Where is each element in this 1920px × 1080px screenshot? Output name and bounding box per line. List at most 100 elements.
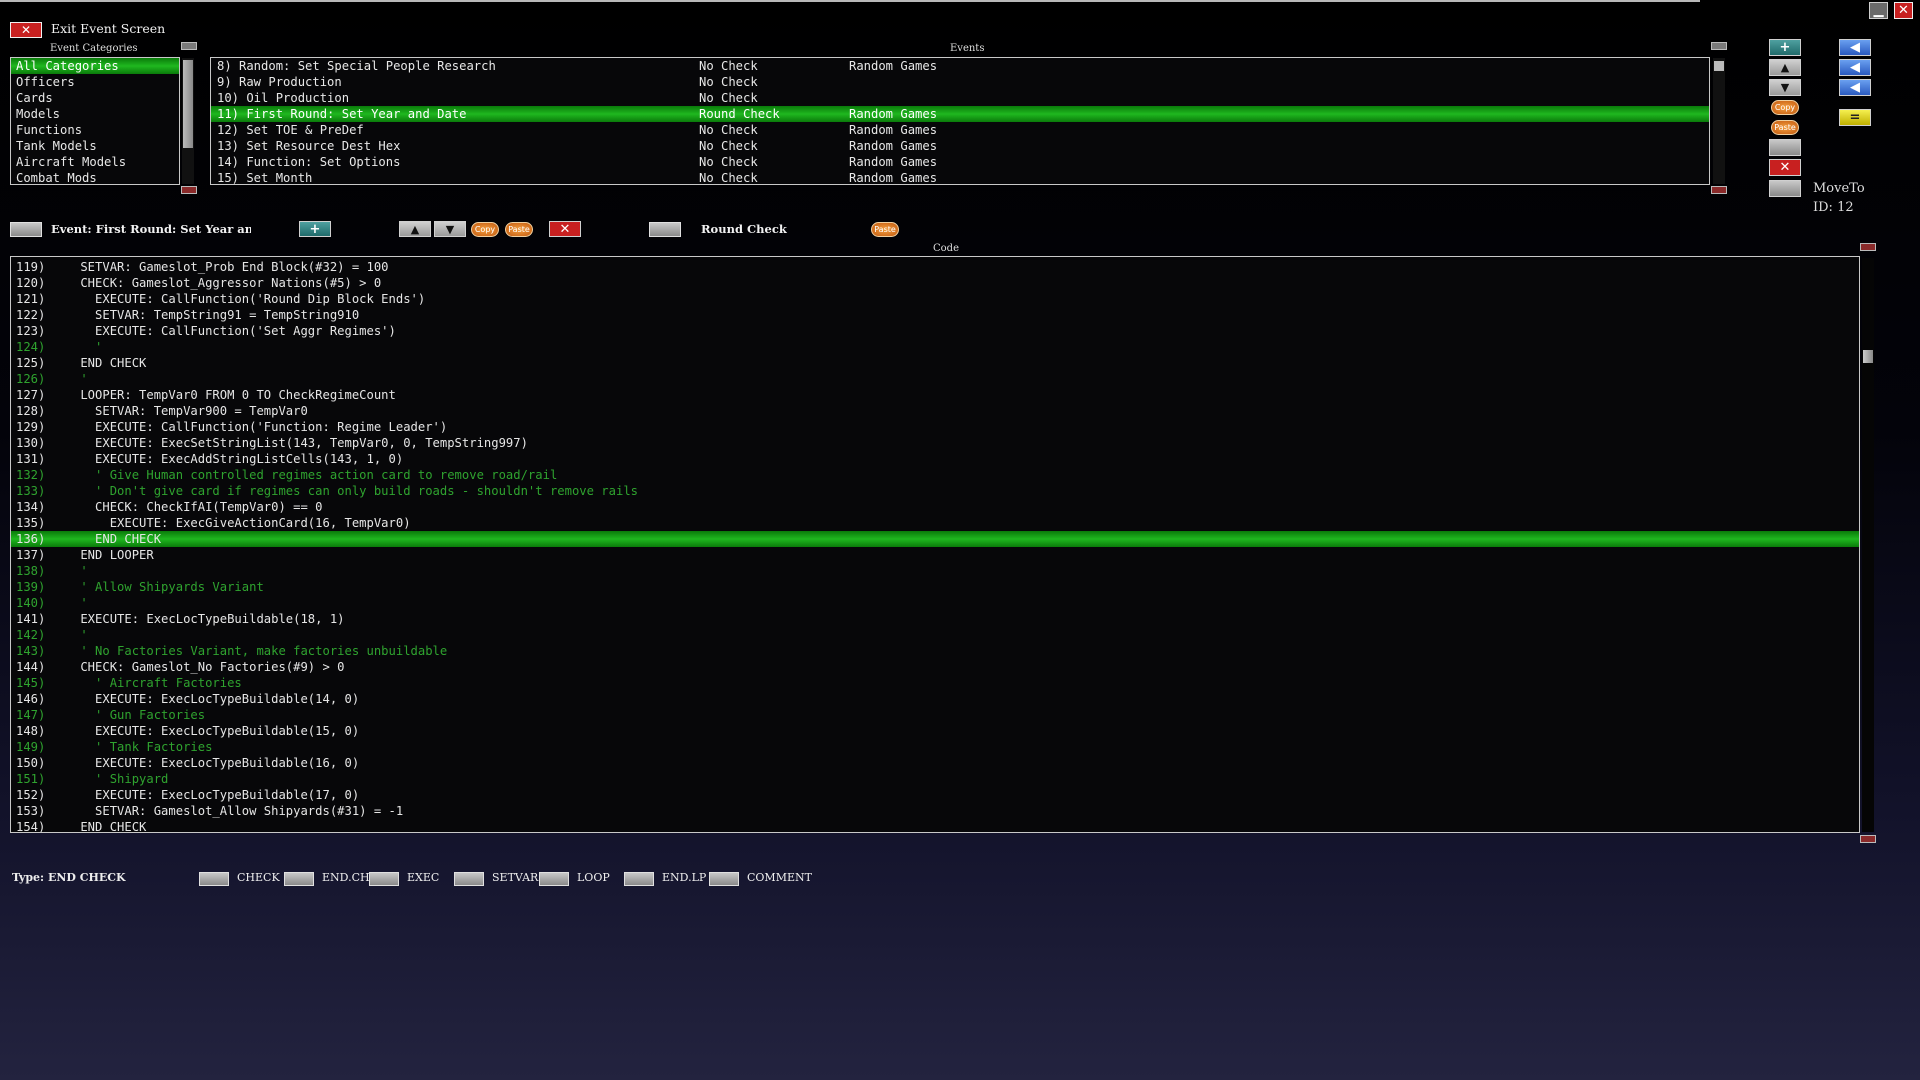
delete-event-button[interactable]: ✕ — [1769, 159, 1801, 176]
events-scrollbar[interactable] — [1713, 58, 1725, 184]
move-left-button-1[interactable]: ◀ — [1839, 39, 1871, 56]
code-line[interactable]: 122) SETVAR: TempString91 = TempString91… — [11, 307, 1859, 323]
event-check: No Check — [699, 59, 758, 73]
event-row[interactable]: 11) First Round: Set Year and Date Round … — [211, 106, 1709, 122]
code-line[interactable]: 128) SETVAR: TempVar900 = TempVar0 — [11, 403, 1859, 419]
event-row[interactable]: 15) Set Month No Check Random Games — [211, 170, 1709, 184]
code-scroll-thumb[interactable] — [1863, 350, 1873, 363]
code-line-down-button[interactable]: ▼ — [434, 221, 466, 237]
categories-scroll-thumb[interactable] — [183, 60, 193, 148]
code-line[interactable]: 150) EXECUTE: ExecLocTypeBuildable(16, 0… — [11, 755, 1859, 771]
type-check-button[interactable] — [199, 872, 229, 886]
close-window-button[interactable]: ✕ — [1894, 2, 1913, 19]
check-type-button[interactable] — [649, 222, 681, 237]
code-line[interactable]: 141) EXECUTE: ExecLocTypeBuildable(18, 1… — [11, 611, 1859, 627]
code-line-number: 134) — [16, 500, 46, 514]
code-line[interactable]: 126) ' — [11, 371, 1859, 387]
exit-event-screen-button[interactable]: ✕ — [10, 22, 42, 38]
code-line[interactable]: 153) SETVAR: Gameslot_Allow Shipyards(#3… — [11, 803, 1859, 819]
code-line[interactable]: 142) ' — [11, 627, 1859, 643]
copy-code-button[interactable]: Copy — [471, 222, 499, 237]
type-setvar-button[interactable] — [454, 872, 484, 886]
code-line[interactable]: 136) END CHECK — [11, 531, 1859, 547]
code-line[interactable]: 133) ' Don't give card if regimes can on… — [11, 483, 1859, 499]
event-row[interactable]: 9) Raw Production No Check — [211, 74, 1709, 90]
equals-button[interactable]: = — [1839, 109, 1871, 126]
code-line[interactable]: 131) EXECUTE: ExecAddStringListCells(143… — [11, 451, 1859, 467]
categories-scrollbar[interactable] — [182, 58, 194, 184]
code-line[interactable]: 130) EXECUTE: ExecSetStringList(143, Tem… — [11, 435, 1859, 451]
event-row[interactable]: 12) Set TOE & PreDef No Check Random Games — [211, 122, 1709, 138]
code-line[interactable]: 132) ' Give Human controlled regimes act… — [11, 467, 1859, 483]
categories-scroll-up[interactable] — [181, 42, 197, 50]
copy-event-button[interactable]: Copy — [1771, 100, 1799, 115]
blank-side-button[interactable] — [1769, 139, 1801, 156]
code-scrollbar[interactable] — [1862, 258, 1874, 832]
move-event-up-button[interactable]: ▲ — [1769, 59, 1801, 76]
event-toggle-button[interactable] — [10, 222, 42, 237]
code-line[interactable]: 124) ' — [11, 339, 1859, 355]
type-exec-button[interactable] — [369, 872, 399, 886]
code-line[interactable]: 127) LOOPER: TempVar0 FROM 0 TO CheckReg… — [11, 387, 1859, 403]
paste-code-button[interactable]: Paste — [505, 222, 533, 237]
category-item[interactable]: Models — [11, 106, 179, 122]
code-line[interactable]: 139) ' Allow Shipyards Variant — [11, 579, 1859, 595]
code-line[interactable]: 123) EXECUTE: CallFunction('Set Aggr Reg… — [11, 323, 1859, 339]
events-scroll-up[interactable] — [1711, 42, 1727, 50]
categories-scroll-down[interactable] — [181, 186, 197, 194]
code-line[interactable]: 148) EXECUTE: ExecLocTypeBuildable(15, 0… — [11, 723, 1859, 739]
event-row[interactable]: 8) Random: Set Special People Research No… — [211, 58, 1709, 74]
events-scroll-thumb[interactable] — [1714, 61, 1724, 71]
type-end-ch-button[interactable] — [284, 872, 314, 886]
code-line[interactable]: 129) EXECUTE: CallFunction('Function: Re… — [11, 419, 1859, 435]
code-line[interactable]: 144) CHECK: Gameslot_No Factories(#9) > … — [11, 659, 1859, 675]
event-row[interactable]: 10) Oil Production No Check — [211, 90, 1709, 106]
code-line[interactable]: 147) ' Gun Factories — [11, 707, 1859, 723]
type-comment-button[interactable] — [709, 872, 739, 886]
code-line[interactable]: 154) END CHECK — [11, 819, 1859, 833]
paste-event-button[interactable]: Paste — [1771, 120, 1799, 135]
event-row[interactable]: 14) Function: Set Options No Check Random … — [211, 154, 1709, 170]
code-line[interactable]: 138) ' — [11, 563, 1859, 579]
code-line[interactable]: 120) CHECK: Gameslot_Aggressor Nations(#… — [11, 275, 1859, 291]
add-code-line-button[interactable]: + — [299, 221, 331, 237]
event-row[interactable]: 13) Set Resource Dest Hex No Check Random … — [211, 138, 1709, 154]
code-line[interactable]: 121) EXECUTE: CallFunction('Round Dip Bl… — [11, 291, 1859, 307]
code-line[interactable]: 125) END CHECK — [11, 355, 1859, 371]
code-line[interactable]: 140) ' — [11, 595, 1859, 611]
code-line[interactable]: 151) ' Shipyard — [11, 771, 1859, 787]
category-item[interactable]: Officers — [11, 74, 179, 90]
type-loop-button[interactable] — [539, 872, 569, 886]
event-check: No Check — [699, 155, 758, 169]
delete-code-line-button[interactable]: ✕ — [549, 221, 581, 237]
code-line[interactable]: 146) EXECUTE: ExecLocTypeBuildable(14, 0… — [11, 691, 1859, 707]
paste-check-button[interactable]: Paste — [871, 222, 899, 237]
code-line[interactable]: 134) CHECK: CheckIfAI(TempVar0) == 0 — [11, 499, 1859, 515]
code-line[interactable]: 152) EXECUTE: ExecLocTypeBuildable(17, 0… — [11, 787, 1859, 803]
category-item[interactable]: Combat Mods — [11, 170, 179, 184]
move-left-button-2[interactable]: ◀ — [1839, 59, 1871, 76]
code-line[interactable]: 119) SETVAR: Gameslot_Prob End Block(#32… — [11, 259, 1859, 275]
minimize-button[interactable]: ▁ — [1869, 2, 1888, 19]
move-to-button[interactable] — [1769, 180, 1801, 197]
move-event-down-button[interactable]: ▼ — [1769, 79, 1801, 96]
code-scroll-down[interactable] — [1860, 835, 1876, 843]
code-line-text: END CHECK — [51, 820, 147, 833]
event-check: No Check — [699, 75, 758, 89]
code-line-up-button[interactable]: ▲ — [399, 221, 431, 237]
category-item[interactable]: Functions — [11, 122, 179, 138]
add-event-button[interactable]: + — [1769, 39, 1801, 56]
code-line[interactable]: 145) ' Aircraft Factories — [11, 675, 1859, 691]
code-line[interactable]: 135) EXECUTE: ExecGiveActionCard(16, Tem… — [11, 515, 1859, 531]
category-item[interactable]: Cards — [11, 90, 179, 106]
code-line[interactable]: 149) ' Tank Factories — [11, 739, 1859, 755]
type-end-lp-button[interactable] — [624, 872, 654, 886]
code-line[interactable]: 143) ' No Factories Variant, make factor… — [11, 643, 1859, 659]
events-scroll-down[interactable] — [1711, 186, 1727, 194]
category-item[interactable]: Tank Models — [11, 138, 179, 154]
code-line[interactable]: 137) END LOOPER — [11, 547, 1859, 563]
category-item[interactable]: All Categories — [11, 58, 179, 74]
move-left-button-3[interactable]: ◀ — [1839, 79, 1871, 96]
code-scroll-up[interactable] — [1860, 243, 1876, 251]
category-item[interactable]: Aircraft Models — [11, 154, 179, 170]
